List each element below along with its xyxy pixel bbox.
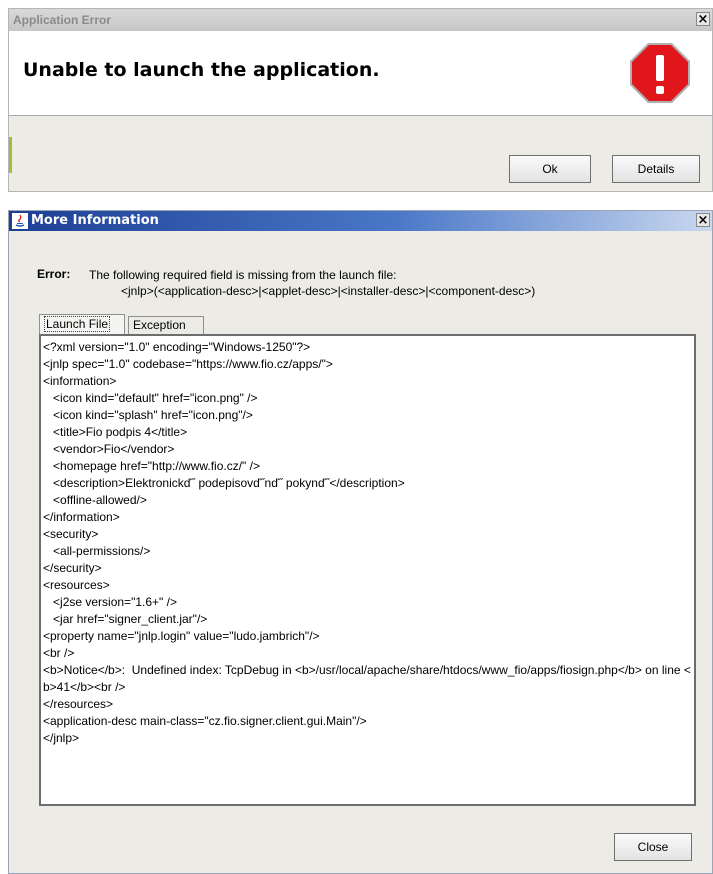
- code-line: <?xml version="1.0" encoding="Windows-12…: [43, 340, 311, 354]
- code-line: </security>: [43, 561, 102, 575]
- code-line: <application-desc main-class="cz.fio.sig…: [43, 714, 367, 728]
- close-icon[interactable]: ×: [696, 12, 710, 26]
- code-line: <b>Notice</b>: Undefined index: TcpDebug…: [43, 663, 691, 694]
- code-line: <j2se version="1.6+" />: [43, 595, 177, 609]
- code-line: <jar href="signer_client.jar"/>: [43, 612, 208, 626]
- tab-launch-file[interactable]: Launch File: [39, 314, 125, 334]
- code-line: <all-permissions/>: [43, 544, 151, 558]
- code-line: </resources>: [43, 697, 114, 711]
- error-banner: Unable to launch the application.: [9, 31, 712, 116]
- tab-label: Launch File: [44, 316, 111, 332]
- accent-bar: [9, 137, 12, 173]
- code-line: <security>: [43, 527, 99, 541]
- application-error-dialog: Application Error × Unable to launch the…: [8, 8, 713, 192]
- code-line: <icon kind="default" href="icon.png" />: [43, 391, 258, 405]
- error-message-line2: <jnlp>(<application-desc>|<applet-desc>|…: [121, 284, 536, 298]
- code-line: <br />: [43, 646, 75, 660]
- code-line: <homepage href="http://www.fio.cz/" />: [43, 459, 260, 473]
- close-icon[interactable]: ×: [696, 213, 710, 227]
- details-button[interactable]: Details: [612, 155, 700, 183]
- launch-file-textarea[interactable]: <?xml version="1.0" encoding="Windows-12…: [39, 334, 696, 806]
- code-line: <property name="jnlp.login" value="ludo.…: [43, 629, 320, 643]
- more-information-dialog: More Information × Error: The following …: [8, 210, 713, 874]
- error-dialog-title: Application Error: [13, 13, 112, 27]
- code-line: <icon kind="splash" href="icon.png"/>: [43, 408, 253, 422]
- code-line: <resources>: [43, 578, 110, 592]
- code-line: </information>: [43, 510, 120, 524]
- code-line: <information>: [43, 374, 117, 388]
- stop-icon: [630, 43, 690, 103]
- error-message-line1: The following required field is missing …: [89, 268, 397, 282]
- code-line: </jnlp>: [43, 731, 80, 745]
- close-button[interactable]: Close: [614, 833, 692, 861]
- code-line: <jnlp spec="1.0" codebase="https://www.f…: [43, 357, 333, 371]
- code-line: <vendor>Fio</vendor>: [43, 442, 175, 456]
- ok-button[interactable]: Ok: [509, 155, 591, 183]
- error-label: Error:: [37, 267, 71, 281]
- info-dialog-title: More Information: [31, 213, 159, 228]
- error-headline: Unable to launch the application.: [23, 59, 380, 81]
- tab-exception[interactable]: Exception: [128, 316, 204, 334]
- info-dialog-titlebar[interactable]: More Information ×: [9, 211, 712, 231]
- java-icon: [12, 213, 28, 229]
- code-line: <title>Fio podpis 4</title>: [43, 425, 188, 439]
- code-line: <offline-allowed/>: [43, 493, 147, 507]
- tab-label: Exception: [133, 318, 186, 332]
- error-dialog-titlebar[interactable]: Application Error ×: [9, 9, 712, 31]
- code-line: <description>Elektronickď˝ podepisovď˝nď…: [43, 476, 405, 490]
- error-message: The following required field is missing …: [89, 267, 535, 299]
